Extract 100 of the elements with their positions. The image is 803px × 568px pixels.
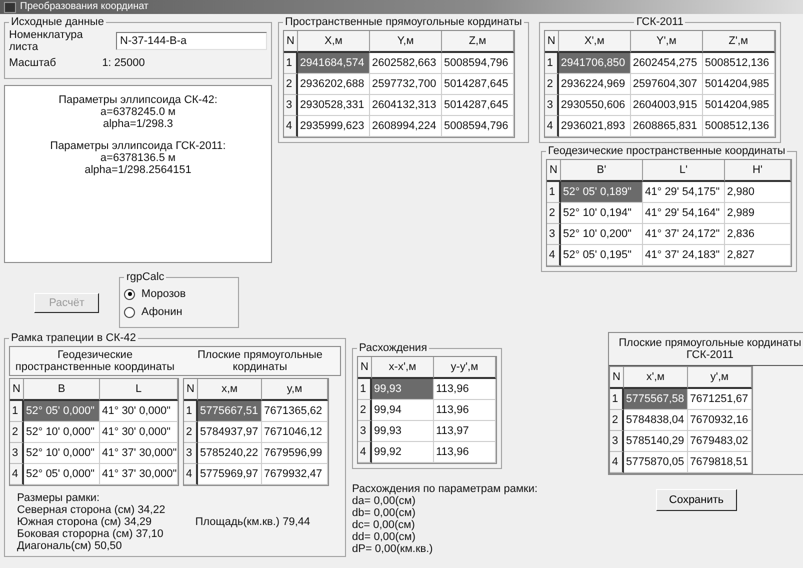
table-cell[interactable]: 7671046,12 bbox=[262, 422, 328, 443]
table-cell[interactable]: 52° 05' 0,000" bbox=[24, 401, 100, 422]
table-cell[interactable]: 5785140,29 bbox=[624, 431, 688, 452]
size-line: Южная сторона (см) 34,29 bbox=[17, 516, 153, 528]
table-cell[interactable]: 99,93 bbox=[372, 379, 434, 400]
table-cell[interactable]: 41° 37' 30,000" bbox=[100, 464, 178, 485]
table-cell[interactable]: 2930550,606 bbox=[558, 95, 631, 116]
row-number: 1 bbox=[184, 401, 198, 422]
difference-line: Расхождения по параметрам рамки: bbox=[352, 483, 539, 495]
table-cell[interactable]: 99,93 bbox=[372, 421, 434, 442]
table-cell[interactable]: 5784937,97 bbox=[198, 422, 262, 443]
row-number: 4 bbox=[184, 464, 198, 485]
table-cell[interactable]: 2604132,313 bbox=[370, 95, 442, 116]
radio-button[interactable] bbox=[124, 288, 136, 300]
row-number: 2 bbox=[358, 400, 372, 421]
column-header: L' bbox=[643, 160, 725, 182]
table-caption: Геодезические пространственные координаты bbox=[14, 348, 176, 375]
save-button[interactable]: Сохранить bbox=[656, 489, 737, 511]
group-title: Исходные данные bbox=[10, 16, 105, 28]
table-cell[interactable]: 41° 37' 24,172" bbox=[643, 224, 725, 245]
table-cell[interactable]: 5014287,645 bbox=[442, 95, 514, 116]
table-cell[interactable]: 7679596,99 bbox=[262, 443, 328, 464]
radio-label[interactable]: Афонин bbox=[141, 306, 182, 318]
table-cell[interactable]: 41° 29' 54,175" bbox=[643, 182, 725, 203]
table-cell[interactable]: 7679818,51 bbox=[688, 452, 752, 473]
table-cell[interactable]: 41° 29' 54,164" bbox=[643, 203, 725, 224]
table-cell[interactable]: 52° 05' 0,000" bbox=[24, 464, 100, 485]
table-cell[interactable]: 2941706,850 bbox=[558, 53, 631, 74]
table-cell[interactable]: 2608865,831 bbox=[630, 116, 703, 137]
table-cell[interactable]: 41° 30' 0,000" bbox=[100, 401, 178, 422]
table-cell[interactable]: 99,94 bbox=[372, 400, 434, 421]
info-line: a=6378245.0 м bbox=[100, 106, 176, 118]
table-cell[interactable]: 2602454,275 bbox=[630, 53, 703, 74]
table-cell[interactable]: 2604003,915 bbox=[630, 95, 703, 116]
table-cell[interactable]: 2597604,307 bbox=[630, 74, 703, 95]
table-cell[interactable]: 2935999,623 bbox=[298, 116, 370, 137]
radio-label[interactable]: Морозов bbox=[141, 288, 186, 300]
table-cell[interactable]: 5775567,58 bbox=[624, 389, 688, 410]
table-cell[interactable]: 2930528,331 bbox=[298, 95, 370, 116]
table-cell[interactable]: 99,92 bbox=[372, 442, 434, 463]
table-cell[interactable]: 113,97 bbox=[434, 421, 496, 442]
table-cell[interactable]: 7671251,67 bbox=[688, 389, 752, 410]
row-number: 3 bbox=[547, 224, 561, 245]
table-cell[interactable]: 41° 37' 30,000" bbox=[100, 443, 178, 464]
row-number: 4 bbox=[284, 116, 298, 137]
table-cell[interactable]: 2936202,688 bbox=[298, 74, 370, 95]
table-cell[interactable]: 5014287,645 bbox=[442, 74, 514, 95]
table-cell[interactable]: 5775667,51 bbox=[198, 401, 262, 422]
table-cell[interactable]: 2,989 bbox=[725, 203, 791, 224]
difference-line: da= 0,00(см) bbox=[352, 495, 417, 507]
table-cell[interactable]: 5014204,985 bbox=[702, 74, 775, 95]
table-cell[interactable]: 5014204,985 bbox=[702, 95, 775, 116]
row-number: 2 bbox=[610, 410, 624, 431]
table-cell[interactable]: 7670932,16 bbox=[688, 410, 752, 431]
table-cell[interactable]: 113,96 bbox=[434, 442, 496, 463]
table-cell[interactable]: 7679932,47 bbox=[262, 464, 328, 485]
column-header: L bbox=[100, 379, 178, 401]
table-cell[interactable]: 52° 05' 0,195" bbox=[561, 245, 643, 266]
row-number: 3 bbox=[184, 443, 198, 464]
table-cell[interactable]: 7671365,62 bbox=[262, 401, 328, 422]
table-cell[interactable]: 52° 10' 0,194" bbox=[561, 203, 643, 224]
table-cell[interactable]: 5775969,97 bbox=[198, 464, 262, 485]
table-cell[interactable]: 41° 30' 0,000" bbox=[100, 422, 178, 443]
difference-line: dP= 0,00(км.кв.) bbox=[352, 543, 434, 555]
app-icon bbox=[4, 2, 16, 12]
table-cell[interactable]: 5008512,136 bbox=[702, 53, 775, 74]
table-cell[interactable]: 5784838,04 bbox=[624, 410, 688, 431]
table-cell[interactable]: 2,836 bbox=[725, 224, 791, 245]
table-cell[interactable]: 5775870,05 bbox=[624, 452, 688, 473]
row-number: 2 bbox=[544, 74, 559, 95]
sheet-field[interactable]: N-37-144-В-а bbox=[116, 32, 267, 50]
table-cell[interactable]: 2597732,700 bbox=[370, 74, 442, 95]
table-cell[interactable]: 113,96 bbox=[434, 379, 496, 400]
table-cell[interactable]: 2602582,663 bbox=[370, 53, 442, 74]
size-line: Диагональ(см) 50,50 bbox=[17, 540, 123, 552]
table-cell[interactable]: 52° 05' 0,189" bbox=[561, 182, 643, 203]
table-cell[interactable]: 52° 10' 0,000" bbox=[24, 422, 100, 443]
area-text: Площадь(км.кв.) 79,44 bbox=[195, 516, 310, 528]
table-cell[interactable]: 5008594,796 bbox=[442, 116, 514, 137]
table-cell[interactable]: 7679483,02 bbox=[688, 431, 752, 452]
column-header: N bbox=[284, 31, 298, 53]
radio-button[interactable] bbox=[124, 306, 136, 318]
table-cell[interactable]: 41° 37' 24,183" bbox=[643, 245, 725, 266]
column-header: N bbox=[544, 31, 559, 53]
row-number: 2 bbox=[547, 203, 561, 224]
table-cell[interactable]: 113,96 bbox=[434, 400, 496, 421]
table-cell[interactable]: 5008512,136 bbox=[702, 116, 775, 137]
table-cell[interactable]: 52° 10' 0,000" bbox=[24, 443, 100, 464]
table-cell[interactable]: 2,980 bbox=[725, 182, 791, 203]
table-cell[interactable]: 5008594,796 bbox=[442, 53, 514, 74]
table-cell[interactable]: 2608994,224 bbox=[370, 116, 442, 137]
field-label: Номенклатура листа bbox=[9, 29, 84, 53]
table-cell[interactable]: 2941684,574 bbox=[298, 53, 370, 74]
table-cell[interactable]: 2936021,893 bbox=[558, 116, 631, 137]
table-cell[interactable]: 5785240,22 bbox=[198, 443, 262, 464]
column-header: N bbox=[610, 367, 624, 389]
info-line: alpha=1/298.2564151 bbox=[84, 164, 192, 176]
table-cell[interactable]: 2,827 bbox=[725, 245, 791, 266]
table-cell[interactable]: 2936224,969 bbox=[558, 74, 631, 95]
table-cell[interactable]: 52° 10' 0,200" bbox=[561, 224, 643, 245]
